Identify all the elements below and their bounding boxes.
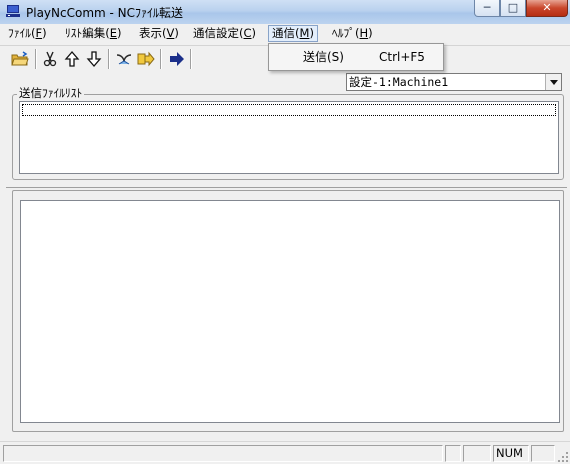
toolbar-separator [35, 49, 37, 69]
maximize-icon: □ [507, 1, 519, 14]
send-to-icon[interactable] [135, 49, 157, 69]
send-file-list[interactable] [19, 101, 559, 174]
toolbar-separator [108, 49, 110, 69]
status-pane [445, 445, 461, 462]
move-up-icon[interactable] [61, 49, 83, 69]
list-focus-rect [22, 104, 556, 116]
close-button[interactable]: ✕ [526, 0, 568, 17]
file-list-group-label: 送信ﾌｧｲﾙﾘｽﾄ [17, 86, 85, 100]
toolbar-separator [190, 49, 192, 69]
menu-list-edit[interactable]: ﾘｽﾄ編集(E) [62, 25, 125, 42]
minimize-button[interactable]: ─ [474, 0, 500, 17]
menu-bar: ﾌｧｲﾙ(F) ﾘｽﾄ編集(E) 表示(V) 通信設定(C) 通信(M) ﾍﾙﾌ… [0, 24, 570, 43]
num-lock-indicator: NUM [493, 445, 529, 462]
pane-splitter[interactable] [6, 187, 567, 188]
status-pane [463, 445, 491, 462]
log-text-area[interactable] [20, 200, 560, 423]
open-folder-icon[interactable] [9, 49, 31, 69]
window-title: PlayNcComm - NCﾌｧｲﾙ転送 [26, 6, 184, 20]
title-bar[interactable]: PlayNcComm - NCﾌｧｲﾙ転送 ─ □ ✕ [0, 0, 570, 25]
communication-menu-dropdown: 送信(S) Ctrl+F5 [268, 43, 444, 71]
reload-icon[interactable] [113, 49, 135, 69]
app-icon [6, 5, 20, 17]
menu-communication[interactable]: 通信(M) [268, 25, 318, 42]
menu-file[interactable]: ﾌｧｲﾙ(F) [5, 25, 50, 42]
chevron-down-icon[interactable] [545, 74, 561, 90]
move-down-icon[interactable] [83, 49, 105, 69]
menu-item-send-label: 送信(S) [303, 50, 344, 64]
status-bar: NUM [0, 441, 570, 464]
menu-item-send-shortcut: Ctrl+F5 [379, 50, 425, 64]
machine-select[interactable]: 設定-1:Machine1 [346, 73, 562, 91]
main-window: PlayNcComm - NCﾌｧｲﾙ転送 ─ □ ✕ ﾌｧｲﾙ(F) ﾘｽﾄ編… [0, 0, 570, 464]
menu-item-send[interactable]: 送信(S) Ctrl+F5 [271, 47, 441, 67]
menu-comm-settings[interactable]: 通信設定(C) [190, 25, 259, 42]
toolbar-separator [160, 49, 162, 69]
menu-view[interactable]: 表示(V) [136, 25, 182, 42]
transfer-arrow-icon[interactable] [166, 49, 188, 69]
close-icon: ✕ [542, 1, 552, 14]
maximize-button[interactable]: □ [500, 0, 526, 17]
resize-grip-icon[interactable] [557, 451, 569, 463]
cut-icon[interactable] [39, 49, 61, 69]
status-pane [531, 445, 555, 462]
minimize-icon: ─ [483, 1, 491, 14]
menu-help[interactable]: ﾍﾙﾌﾟ(H) [329, 25, 376, 42]
status-message-pane [3, 445, 443, 462]
machine-select-value: 設定-1:Machine1 [349, 75, 449, 89]
